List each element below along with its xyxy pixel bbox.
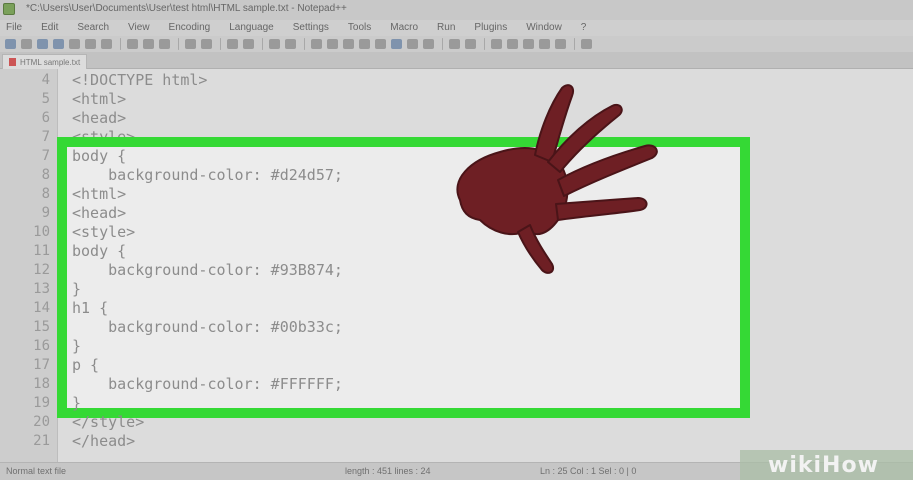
sync-vertical-icon[interactable]: [311, 39, 322, 49]
menu-search[interactable]: Search: [77, 20, 109, 36]
code-text: <html>: [72, 90, 127, 108]
close-icon[interactable]: [69, 39, 80, 49]
menu-help[interactable]: ?: [581, 20, 587, 36]
undo-icon[interactable]: [185, 39, 196, 49]
toolbar-separator: [220, 38, 221, 50]
toolbar-separator: [574, 38, 575, 50]
toolbar-separator: [304, 38, 305, 50]
window-title: *C:\Users\User\Documents\User\test html\…: [26, 3, 347, 14]
toolbar-separator: [262, 38, 263, 50]
menu-tools[interactable]: Tools: [348, 20, 371, 36]
run-macro-multiple-icon[interactable]: [539, 39, 550, 49]
toolbar: [0, 36, 913, 52]
sync-horizontal-icon[interactable]: [327, 39, 338, 49]
menu-macro[interactable]: Macro: [390, 20, 418, 36]
line-number: 7: [41, 129, 50, 145]
menu-plugins[interactable]: Plugins: [474, 20, 507, 36]
function-list-icon[interactable]: [423, 39, 434, 49]
save-icon[interactable]: [37, 39, 48, 49]
copy-icon[interactable]: [143, 39, 154, 49]
zoom-in-icon[interactable]: [269, 39, 280, 49]
close-all-icon[interactable]: [85, 39, 96, 49]
new-file-icon[interactable]: [5, 39, 16, 49]
menu-run[interactable]: Run: [437, 20, 455, 36]
save-macro-icon[interactable]: [555, 39, 566, 49]
code-text: <head>: [72, 109, 127, 127]
watermark-text: wikiHow: [768, 453, 879, 478]
menu-view[interactable]: View: [128, 20, 150, 36]
stop-macro-icon[interactable]: [507, 39, 518, 49]
menu-bar: File Edit Search View Encoding Language …: [0, 20, 913, 36]
language-icon[interactable]: [391, 39, 402, 49]
line-number: 4: [41, 72, 50, 88]
menu-window[interactable]: Window: [526, 20, 562, 36]
save-all-icon[interactable]: [53, 39, 64, 49]
menu-encoding[interactable]: Encoding: [169, 20, 211, 36]
show-all-chars-icon[interactable]: [359, 39, 370, 49]
redo-icon[interactable]: [201, 39, 212, 49]
toolbar-separator: [442, 38, 443, 50]
hand-pointer-icon: [456, 84, 658, 274]
menu-file[interactable]: File: [6, 20, 22, 36]
print-icon[interactable]: [101, 39, 112, 49]
code-text: <!DOCTYPE html>: [72, 71, 208, 89]
unsaved-file-icon: [9, 58, 16, 66]
zoom-out-icon[interactable]: [285, 39, 296, 49]
menu-edit[interactable]: Edit: [41, 20, 58, 36]
toolbar-separator: [178, 38, 179, 50]
toolbar-separator: [484, 38, 485, 50]
line-number: 5: [41, 91, 50, 107]
doc-map-icon[interactable]: [407, 39, 418, 49]
open-file-icon[interactable]: [21, 39, 32, 49]
status-position: Ln : 25 Col : 1 Sel : 0 | 0: [540, 466, 637, 476]
cut-icon[interactable]: [127, 39, 138, 49]
status-file-type: Normal text file: [6, 466, 67, 476]
monitoring-icon[interactable]: [465, 39, 476, 49]
watermark: wikiHow: [740, 450, 913, 480]
replace-icon[interactable]: [243, 39, 254, 49]
toolbar-separator: [120, 38, 121, 50]
tab-label: HTML sample.txt: [20, 57, 81, 67]
notepad-app-icon: [3, 3, 15, 15]
run-icon[interactable]: [581, 39, 592, 49]
record-macro-icon[interactable]: [491, 39, 502, 49]
status-length: length : 451 lines : 24: [345, 466, 431, 476]
tab-bar: HTML sample.txt: [0, 52, 913, 69]
folder-workspace-icon[interactable]: [449, 39, 460, 49]
find-icon[interactable]: [227, 39, 238, 49]
menu-settings[interactable]: Settings: [293, 20, 329, 36]
paste-icon[interactable]: [159, 39, 170, 49]
tab-html-sample[interactable]: HTML sample.txt: [2, 54, 88, 69]
line-number: 6: [41, 110, 50, 126]
play-macro-icon[interactable]: [523, 39, 534, 49]
word-wrap-icon[interactable]: [343, 39, 354, 49]
title-bar: *C:\Users\User\Documents\User\test html\…: [0, 0, 913, 20]
menu-language[interactable]: Language: [229, 20, 274, 36]
indent-guide-icon[interactable]: [375, 39, 386, 49]
